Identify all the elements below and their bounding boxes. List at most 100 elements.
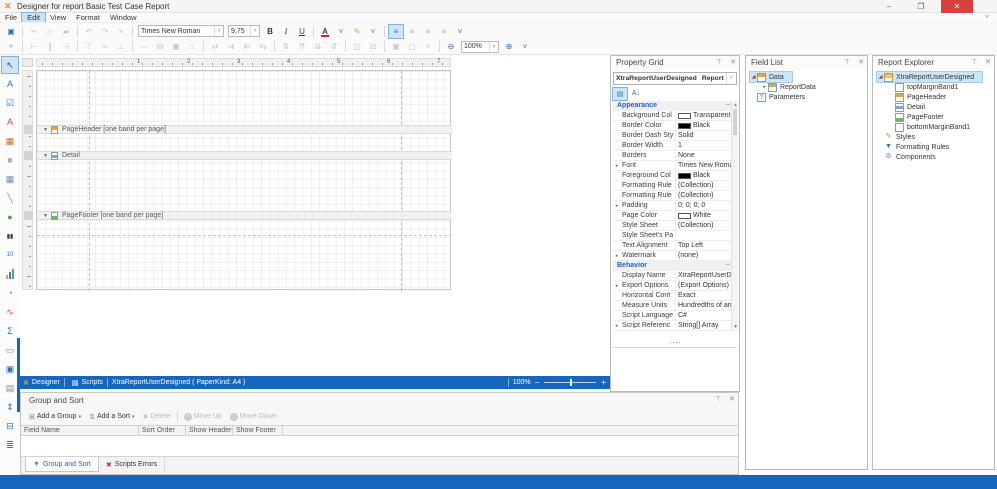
h-spacing-remove-button[interactable]: ⇆	[256, 40, 270, 53]
align-lefts-button[interactable]: ⊢	[27, 40, 41, 53]
collapse-icon[interactable]: −	[726, 261, 730, 271]
h-spacing-increase-button[interactable]: ⇉	[224, 40, 238, 53]
property-value[interactable]: XtraReportUserDe...	[676, 271, 733, 280]
property-category-behavior[interactable]: Behavior−	[613, 261, 733, 271]
restore-button[interactable]: ❐	[912, 0, 930, 13]
align-bottoms-button[interactable]: ⊥	[114, 40, 128, 53]
page-footer-band[interactable]: ▼PageFooter [one band per page]	[37, 211, 452, 220]
explorer-item-detail[interactable]: Detail	[873, 102, 994, 112]
align-right-button[interactable]: ≡	[421, 25, 435, 38]
tableofcontents-tool[interactable]: ≣	[2, 437, 18, 453]
explorer-item-pagefooter[interactable]: PageFooter	[873, 112, 994, 122]
align-justify-button[interactable]: ≡	[437, 25, 451, 38]
property-row[interactable]: ▸Padding0; 0; 0; 0	[613, 201, 733, 211]
v-spacing-decrease-button[interactable]: ⇊	[311, 40, 325, 53]
detail-band[interactable]: ▼Detail	[37, 151, 452, 160]
align-center-button[interactable]: ≡	[405, 25, 419, 38]
expand-icon[interactable]: ▸	[761, 84, 768, 90]
chevron-down-icon[interactable]: ▾	[79, 414, 82, 420]
property-value[interactable]: 0; 0; 0; 0	[676, 201, 733, 210]
close-icon[interactable]: ✕	[985, 59, 991, 66]
pin-icon[interactable]: ⊤	[971, 59, 977, 66]
explorer-item-formatting-rules[interactable]: ▼Formatting Rules	[873, 142, 994, 152]
line-tool[interactable]: ╲	[2, 190, 18, 206]
property-value[interactable]: Solid	[676, 131, 733, 140]
zoom-options-dropdown[interactable]: ˅	[518, 40, 532, 53]
layout-options-dropdown[interactable]: ˅	[421, 40, 435, 53]
field-item-reportdata[interactable]: ▸ReportData	[746, 82, 867, 92]
property-value[interactable]: 1	[676, 141, 733, 150]
field-item-parameters[interactable]: ?Parameters	[746, 92, 867, 102]
v-spacing-equal-button[interactable]: ⇅	[279, 40, 293, 53]
tab-group-and-sort[interactable]: ▼Group and Sort	[25, 457, 99, 472]
font-color-dropdown[interactable]: ˅	[334, 25, 348, 38]
zoom-in-icon[interactable]: +	[601, 376, 606, 389]
font-color-button[interactable]: A	[318, 25, 332, 38]
zoom-slider-thumb[interactable]	[570, 379, 572, 386]
highlight-color-button[interactable]: ✎	[350, 25, 364, 38]
paste-button[interactable]: ▰	[59, 25, 73, 38]
report-page[interactable]: ▼PageHeader [one band per page] ▼Detail ▼P…	[36, 70, 451, 290]
categorized-view-button[interactable]: ▤	[613, 88, 627, 100]
align-centers-button[interactable]: ∥	[43, 40, 57, 53]
property-row[interactable]: Foreground ColBlack	[613, 171, 733, 181]
expand-icon[interactable]: ▸	[613, 251, 621, 260]
property-row[interactable]: Style Sheet(Collection)	[613, 221, 733, 231]
property-value[interactable]: (Collection)	[676, 181, 733, 190]
richtext-tool[interactable]: A	[2, 114, 18, 130]
property-row[interactable]: Script LanguageC#	[613, 311, 733, 321]
center-vertically-button[interactable]: ⊟	[366, 40, 380, 53]
property-row[interactable]: ▸Export Options(Export Options)	[613, 281, 733, 291]
field-item-data[interactable]: ◢Data	[746, 72, 867, 82]
sparkline-tool[interactable]: ∿	[2, 304, 18, 320]
underline-button[interactable]: U	[295, 25, 309, 38]
close-button[interactable]: ✕	[941, 0, 973, 13]
align-to-grid-button[interactable]: ✦	[4, 40, 18, 53]
delete-button[interactable]: ✖Delete	[139, 410, 175, 423]
barcode-tool[interactable]: ▮▮	[2, 228, 18, 244]
highlight-color-dropdown[interactable]: ˅	[366, 25, 380, 38]
cut-button[interactable]: ✂	[27, 25, 41, 38]
undo-button[interactable]: ↶	[82, 25, 96, 38]
pointer-tool[interactable]: ↖	[2, 57, 18, 73]
tab-scripts-errors[interactable]: ✖Scripts Errors	[99, 457, 165, 472]
property-row[interactable]: Page ColorWhite	[613, 211, 733, 221]
send-to-back-button[interactable]: ▢	[405, 40, 419, 53]
chevron-down-icon[interactable]: ˅	[250, 26, 259, 36]
property-value[interactable]: None	[676, 151, 733, 160]
picturebox-tool[interactable]: ▦	[2, 133, 18, 149]
expand-icon[interactable]: ▸	[613, 201, 621, 210]
ruler-corner-button[interactable]	[22, 58, 33, 67]
explorer-item-xtrareportuserdesigned[interactable]: ◢XtraReportUserDesigned	[873, 72, 994, 82]
pin-icon[interactable]: ⊤	[716, 59, 722, 66]
group-sort-empty-list[interactable]	[21, 436, 738, 457]
zoom-combo[interactable]: 100%˅	[461, 41, 499, 53]
band-collapse-icon[interactable]: ▼	[43, 127, 51, 133]
subreport-tool[interactable]: ▣	[2, 361, 18, 377]
property-row[interactable]: Horizontal ContExact	[613, 291, 733, 301]
collapse-icon[interactable]: −	[726, 101, 730, 111]
property-value[interactable]	[676, 231, 733, 240]
property-row[interactable]: ▸Script ReferencString[] Array	[613, 321, 733, 331]
size-to-grid-button[interactable]: ⊞	[153, 40, 167, 53]
column-header-sort-order[interactable]: Sort Order	[139, 426, 186, 435]
property-row[interactable]: Background ColTransparent	[613, 111, 733, 121]
zoom-slider[interactable]	[544, 382, 596, 383]
checkbox-tool[interactable]: ☑	[2, 95, 18, 111]
italic-button[interactable]: I	[279, 25, 293, 38]
property-row[interactable]: ▸FontTimes New Roman;...	[613, 161, 733, 171]
close-icon[interactable]: ✕	[730, 59, 736, 66]
property-value[interactable]: C#	[676, 311, 733, 320]
align-left-button[interactable]: ≡	[389, 25, 403, 38]
copy-button[interactable]: ▱	[43, 25, 57, 38]
close-icon[interactable]: ✕	[858, 59, 864, 66]
property-value[interactable]: String[] Array	[676, 321, 733, 330]
make-same-width-button[interactable]: ↔	[137, 40, 151, 53]
property-value[interactable]: (Export Options)	[676, 281, 733, 290]
bring-to-front-button[interactable]: ▣	[389, 40, 403, 53]
align-middles-button[interactable]: ≍	[98, 40, 112, 53]
chevron-down-icon[interactable]: ˅	[489, 42, 498, 52]
page-header-band[interactable]: ▼PageHeader [one band per page]	[37, 125, 452, 134]
add-group-button[interactable]: ⊞Add a Group▾	[25, 410, 85, 423]
expand-icon[interactable]: ▸	[613, 321, 621, 330]
